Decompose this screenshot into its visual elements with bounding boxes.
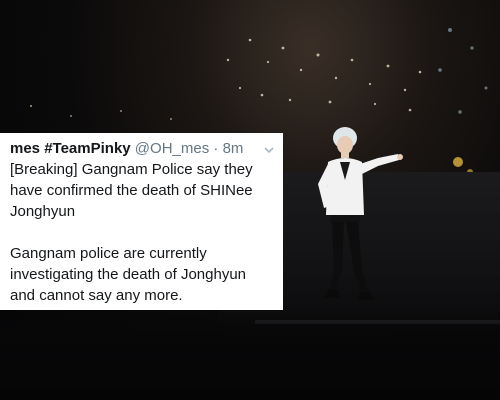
author-name[interactable]: mes #TeamPinky [10,140,131,157]
tweet-paragraph-1: [Breaking] Gangnam Police say they have … [10,161,253,220]
meta-separator: · [213,140,219,157]
author-handle[interactable]: @OH_mes [135,140,209,157]
tweet-body: [Breaking] Gangnam Police say they have … [10,159,275,306]
tweet-meta: mes #TeamPinky @OH_mes · 8m [10,139,243,159]
concert-photo: mes #TeamPinky @OH_mes · 8m [Breaking] G… [0,0,500,400]
performer-figure [318,127,403,300]
tweet-time[interactable]: 8m [223,140,244,157]
audience-shadow [0,305,500,400]
tweet-header: mes #TeamPinky @OH_mes · 8m [10,139,275,159]
chevron-down-icon[interactable] [263,145,275,155]
tweet-card[interactable]: mes #TeamPinky @OH_mes · 8m [Breaking] G… [0,133,283,310]
tweet-paragraph-2: Gangnam police are currently investigati… [10,245,247,304]
